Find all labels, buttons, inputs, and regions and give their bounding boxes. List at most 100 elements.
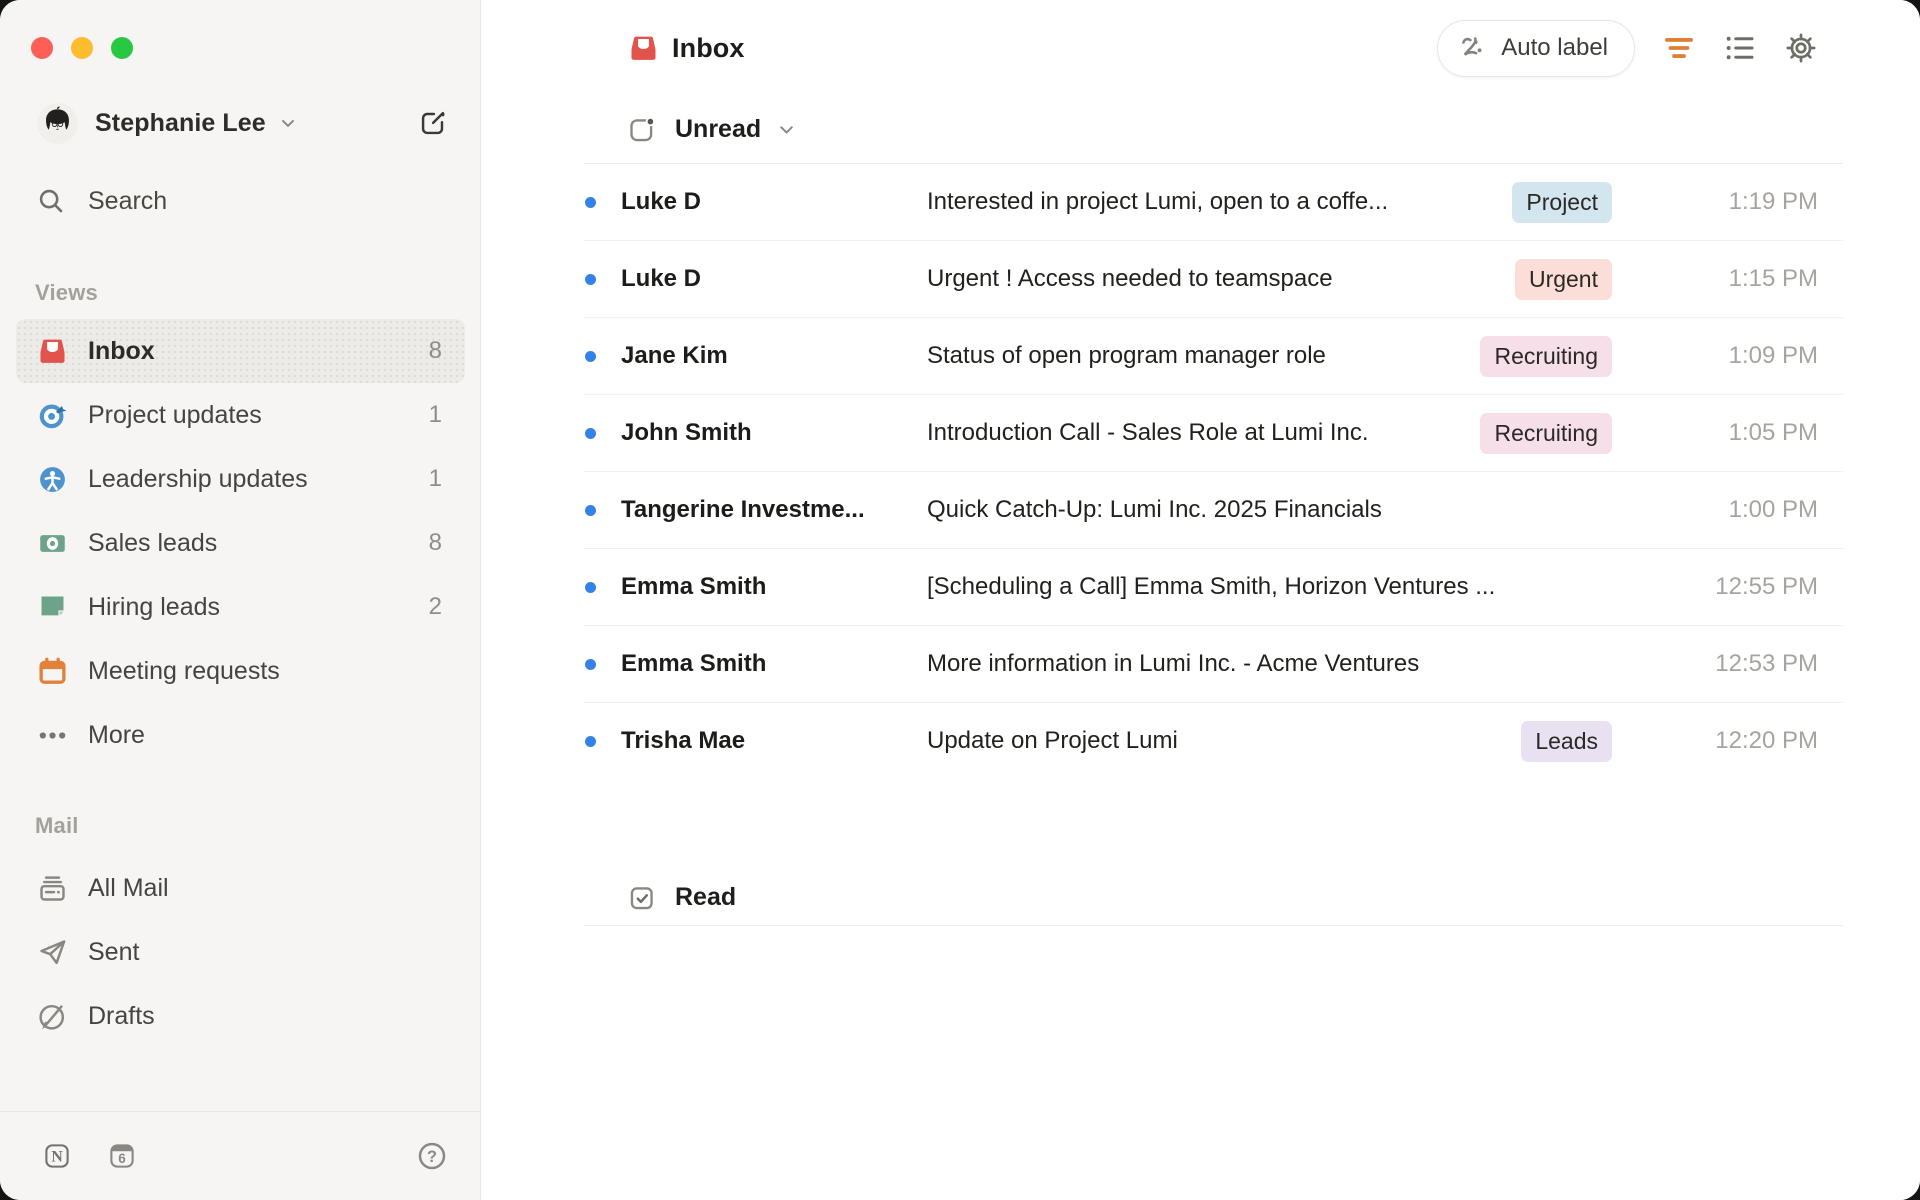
views-nav: Inbox 8 Project updates 1 Leadership upd…	[16, 319, 465, 767]
notion-logo-icon[interactable]: N	[43, 1142, 71, 1170]
auto-label-icon	[1458, 33, 1489, 64]
send-icon	[40, 939, 66, 964]
sidebar-item-label: Sales leads	[88, 528, 218, 557]
email-row[interactable]: Emma Smith More information in Lumi Inc.…	[584, 626, 1843, 703]
sidebar-item-label: All Mail	[88, 873, 169, 902]
close-window-button[interactable]	[31, 37, 53, 59]
avatar	[37, 102, 78, 144]
compose-icon[interactable]	[419, 109, 447, 137]
user-name: Stephanie Lee	[95, 108, 266, 137]
sidebar-item-leadership-updates[interactable]: Leadership updates 1	[16, 447, 465, 511]
sidebar-item-inbox[interactable]: Inbox 8	[16, 319, 465, 383]
sidebar-item-count: 2	[428, 593, 442, 620]
sidebar-item-meeting-requests[interactable]: Meeting requests	[16, 639, 465, 703]
sidebar-item-label: Meeting requests	[88, 656, 280, 685]
minimize-window-button[interactable]	[71, 37, 93, 59]
email-time: 1:19 PM	[1728, 188, 1818, 215]
sidebar-item-more[interactable]: More	[16, 703, 465, 767]
help-icon[interactable]: ?	[417, 1141, 447, 1171]
email-row[interactable]: Luke D Urgent ! Access needed to teamspa…	[584, 241, 1843, 318]
chevron-down-icon	[776, 119, 797, 140]
inbox-icon	[40, 339, 65, 363]
email-sender: Luke D	[621, 265, 702, 292]
email-row[interactable]: Emma Smith [Scheduling a Call] Emma Smit…	[584, 549, 1843, 626]
email-subject: Urgent ! Access needed to teamspace	[927, 265, 1333, 292]
email-row[interactable]: Luke D Interested in project Lumi, open …	[584, 164, 1843, 241]
window-controls	[31, 37, 133, 59]
notion-calendar-icon[interactable]: 6	[108, 1142, 136, 1170]
sidebar-item-label: Hiring leads	[88, 592, 221, 621]
target-icon	[39, 404, 67, 428]
gear-icon	[1786, 33, 1816, 63]
note-icon	[37, 592, 68, 623]
sidebar: Stephanie Lee Search Views Inbox 8 Proje…	[0, 0, 481, 1200]
account-switcher[interactable]: Stephanie Lee	[37, 101, 447, 145]
svg-text:6: 6	[118, 1151, 125, 1166]
email-sender: Trisha Mae	[621, 727, 746, 754]
auto-label-button[interactable]: Auto label	[1437, 19, 1635, 77]
settings-gear-icon[interactable]	[1784, 31, 1818, 65]
email-row[interactable]: Jane Kim Status of open program manager …	[584, 318, 1843, 395]
search-label: Search	[88, 186, 168, 215]
read-section-header[interactable]: Read	[584, 870, 1843, 926]
sidebar-item-drafts[interactable]: Drafts	[16, 984, 465, 1048]
email-sender: Luke D	[621, 188, 702, 215]
search-icon	[39, 189, 63, 213]
sidebar-item-label: Leadership updates	[88, 464, 308, 493]
unread-dot	[585, 735, 596, 747]
sidebar-item-project-updates[interactable]: Project updates 1	[16, 383, 465, 447]
email-subject: More information in Lumi Inc. - Acme Ven…	[927, 650, 1420, 677]
calendar-icon	[37, 656, 68, 687]
email-row[interactable]: Trisha Mae Update on Project Lumi Leads …	[584, 703, 1843, 779]
unread-dot	[585, 350, 596, 362]
email-sender: Emma Smith	[621, 573, 767, 600]
inbox-icon	[631, 36, 656, 60]
sidebar-item-label: Project updates	[88, 400, 262, 429]
chevron-down-icon	[278, 113, 298, 133]
money-icon	[40, 534, 65, 552]
sidebar-item-sent[interactable]: Sent	[16, 920, 465, 984]
sidebar-item-hiring-leads[interactable]: Hiring leads 2	[16, 575, 465, 639]
money-icon	[37, 528, 68, 559]
sidebar-item-all-mail[interactable]: All Mail	[16, 856, 465, 920]
auto-label-icon	[1462, 36, 1482, 56]
calendar-icon	[39, 657, 66, 684]
note-icon	[41, 596, 64, 615]
email-label-badge: Recruiting	[1480, 335, 1612, 377]
unread-icon	[628, 116, 656, 144]
auto-label-label: Auto label	[1501, 34, 1608, 61]
drafts-icon	[39, 1004, 65, 1030]
unread-dot	[585, 504, 596, 516]
ellipsis-icon	[37, 720, 68, 751]
search-input[interactable]: Search	[37, 184, 167, 218]
sidebar-item-count: 8	[428, 337, 442, 364]
sidebar-item-count: 1	[428, 465, 442, 492]
app-window: Stephanie Lee Search Views Inbox 8 Proje…	[0, 0, 1920, 1200]
email-subject: [Scheduling a Call] Emma Smith, Horizon …	[927, 573, 1496, 600]
email-label-badge: Urgent	[1514, 258, 1612, 300]
unread-dot	[585, 658, 596, 670]
svg-text:?: ?	[427, 1148, 437, 1166]
all-mail-icon	[40, 875, 65, 901]
email-time: 1:15 PM	[1728, 265, 1818, 292]
email-row[interactable]: Tangerine Investme... Quick Catch-Up: Lu…	[584, 472, 1843, 549]
unread-section-header[interactable]: Unread	[584, 96, 1843, 164]
target-icon	[37, 400, 68, 431]
email-time: 12:20 PM	[1715, 727, 1818, 754]
unread-dot	[585, 427, 596, 439]
views-section-label: Views	[35, 280, 98, 305]
email-list: Luke D Interested in project Lumi, open …	[584, 164, 1843, 779]
email-row[interactable]: John Smith Introduction Call - Sales Rol…	[584, 395, 1843, 472]
send-icon	[37, 937, 68, 968]
zoom-window-button[interactable]	[111, 37, 133, 59]
list-view-icon[interactable]	[1723, 31, 1757, 65]
filter-icon[interactable]	[1662, 31, 1696, 65]
mail-section-label: Mail	[35, 813, 79, 838]
page-title: Inbox	[672, 32, 745, 63]
sidebar-item-sales-leads[interactable]: Sales leads 8	[16, 511, 465, 575]
sidebar-item-label: Inbox	[88, 336, 155, 365]
email-time: 1:00 PM	[1728, 496, 1818, 523]
search-icon	[37, 187, 65, 215]
email-sender: Tangerine Investme...	[621, 496, 865, 523]
email-subject: Quick Catch-Up: Lumi Inc. 2025 Financial…	[927, 496, 1382, 523]
